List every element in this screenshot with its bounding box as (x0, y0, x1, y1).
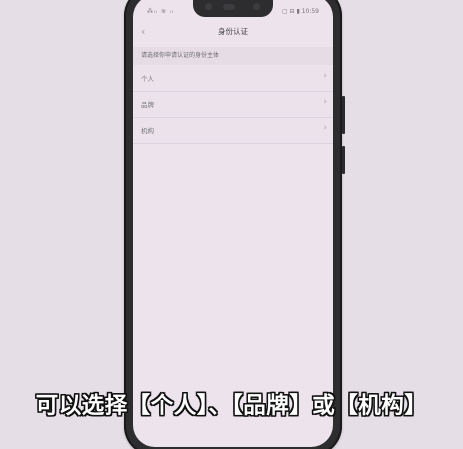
volume-button (342, 96, 345, 134)
phone-screen: ⁂ᵢₗ ≋ ᵢₗ ▢ ⊟ ▮ 10:59 ‹ 身份认证 请选择你申请认证的身份主… (133, 0, 333, 447)
list-item-personal[interactable]: 个人 › (133, 66, 333, 92)
nav-bar: ‹ 身份认证 (133, 23, 333, 45)
list-item-organization[interactable]: 机构 › (133, 118, 333, 144)
list-item-label: 机构 (141, 127, 154, 135)
identity-type-list: 个人 › 品牌 › 机构 › (133, 66, 333, 144)
video-subtitle: 可以选择【个人】、【品牌】或【机构】 (35, 393, 428, 419)
phone-body: ⁂ᵢₗ ≋ ᵢₗ ▢ ⊟ ▮ 10:59 ‹ 身份认证 请选择你申请认证的身份主… (124, 0, 345, 449)
power-button (342, 146, 345, 174)
list-item-label: 个人 (141, 75, 154, 83)
chevron-right-icon: › (323, 97, 327, 107)
status-time: ▢ ⊟ ▮ 10:59 (281, 8, 319, 15)
video-frame: ⁂ᵢₗ ≋ ᵢₗ ▢ ⊟ ▮ 10:59 ‹ 身份认证 请选择你申请认证的身份主… (0, 0, 463, 449)
status-bar: ⁂ᵢₗ ≋ ᵢₗ ▢ ⊟ ▮ 10:59 (147, 8, 319, 18)
chevron-right-icon: › (323, 71, 327, 81)
chevron-right-icon: › (323, 123, 327, 133)
signal-icons: ⁂ᵢₗ ≋ ᵢₗ (147, 8, 174, 15)
section-hint: 请选择你申请认证的身份主体 (133, 47, 333, 65)
list-item-brand[interactable]: 品牌 › (133, 92, 333, 118)
page-title: 身份认证 (218, 27, 248, 36)
list-item-label: 品牌 (141, 101, 154, 109)
